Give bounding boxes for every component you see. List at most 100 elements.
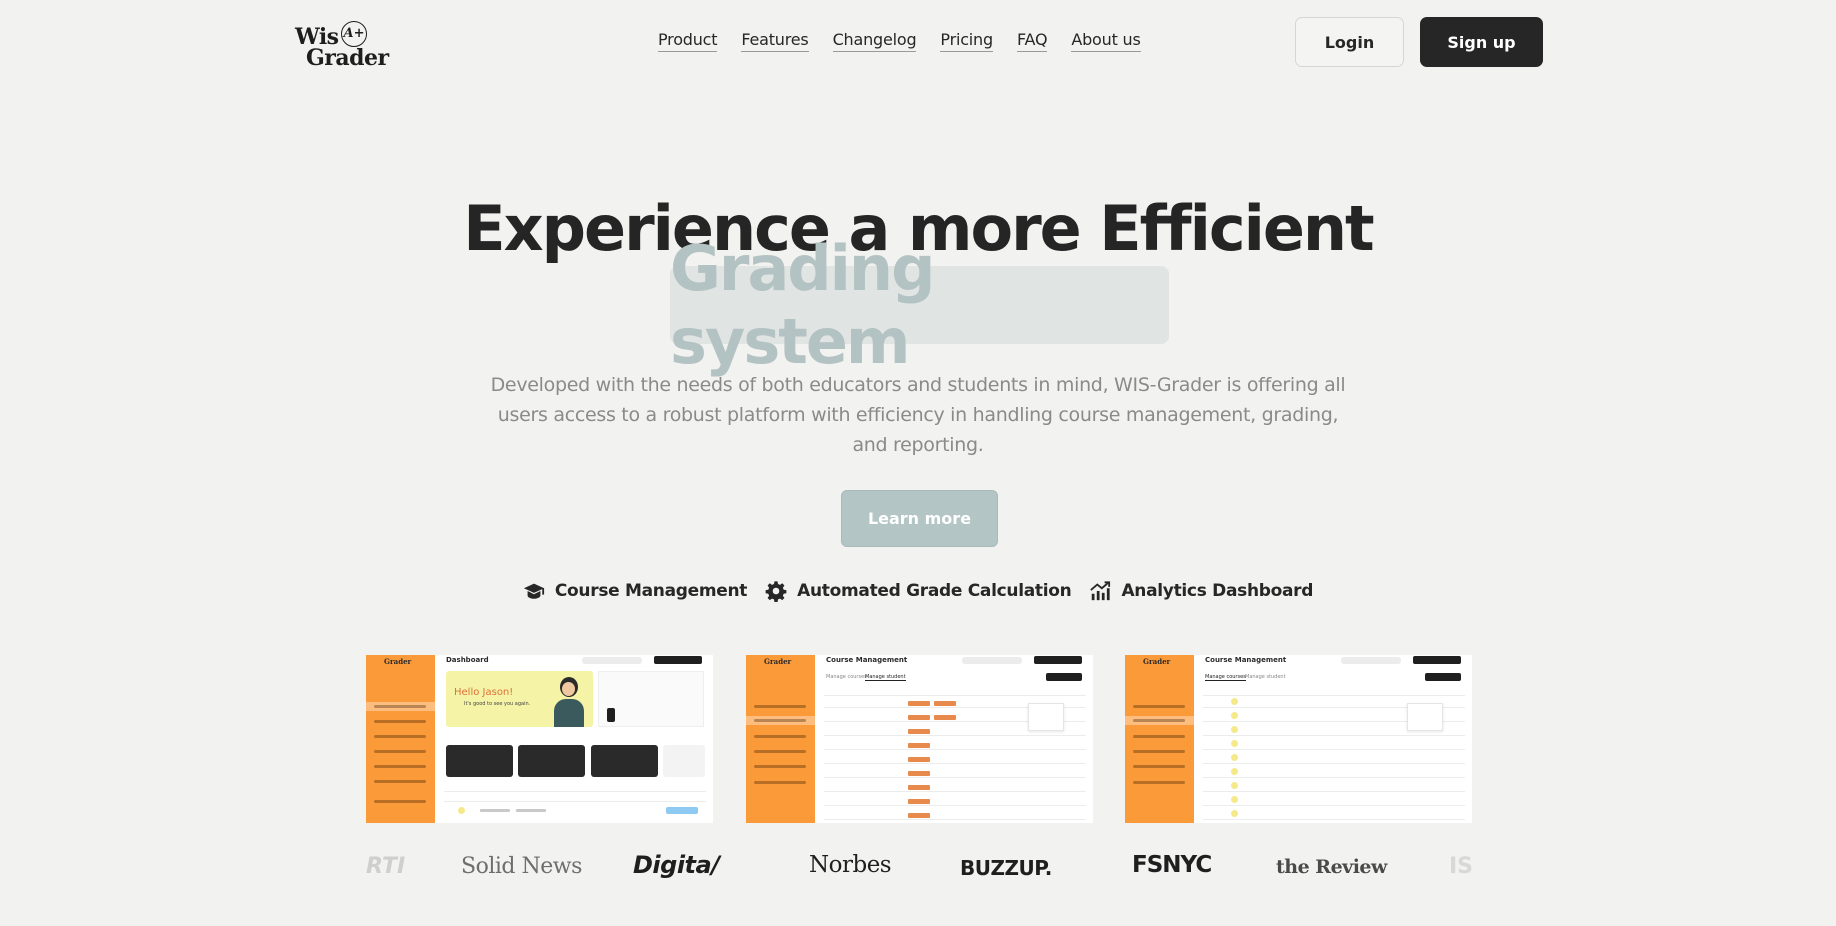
nav-link-product[interactable]: Product <box>658 30 718 52</box>
preview-course-tag <box>908 729 930 734</box>
nav-link-faq[interactable]: FAQ <box>1016 30 1048 52</box>
logo-line-2: Grader <box>306 45 389 71</box>
login-button[interactable]: Login <box>1295 17 1404 67</box>
preview-context-menu <box>1407 703 1443 731</box>
preview-table-row <box>444 791 706 792</box>
preview-tab-active: Manage student <box>865 674 906 681</box>
preview-table-row <box>824 791 1086 792</box>
preview-cell <box>480 809 510 812</box>
preview-row-avatar <box>1231 698 1238 705</box>
hero-description: Developed with the needs of both educato… <box>490 374 1346 456</box>
preview-add-button <box>1425 673 1461 681</box>
preview-illustration <box>552 675 586 727</box>
logo-solid-news: Solid News <box>461 854 582 879</box>
preview-nav-item <box>754 735 806 738</box>
preview-nav-item <box>754 750 806 753</box>
preview-nav-item <box>374 750 426 753</box>
gear-icon <box>765 580 787 602</box>
preview-table-row <box>1203 805 1465 806</box>
preview-row-avatar <box>1231 782 1238 789</box>
preview-context-menu <box>1028 703 1064 731</box>
preview-nav-item <box>374 780 426 783</box>
preview-course-tile <box>591 745 658 777</box>
preview-tab-active: Manage courses <box>1205 674 1246 681</box>
preview-nav-item <box>1133 719 1185 722</box>
preview-course-tag <box>908 813 930 818</box>
preview-sidebar: Grader <box>366 655 435 823</box>
preview-page-title: Course Management <box>826 656 908 664</box>
preview-table-row <box>824 749 1086 750</box>
logo-rti: RTI <box>366 854 406 879</box>
preview-row-avatar <box>1231 754 1238 761</box>
nav-link-features[interactable]: Features <box>741 30 809 52</box>
preview-table-row <box>824 735 1086 736</box>
preview-nav-item <box>374 800 426 803</box>
preview-greeting-sub: It's good to see you again. <box>464 701 531 707</box>
preview-course-tag <box>934 715 956 720</box>
feature-analytics-dashboard: Analytics Dashboard <box>1089 580 1313 602</box>
preview-row-avatar <box>1231 726 1238 733</box>
feature-label: Analytics Dashboard <box>1121 581 1314 601</box>
preview-course-tile <box>663 745 705 777</box>
preview-nav-item <box>1133 781 1185 784</box>
preview-nav-item <box>754 705 806 708</box>
preview-tab: Manage courses <box>826 674 867 680</box>
preview-search <box>962 657 1022 664</box>
main-nav: Product Features Changelog Pricing FAQ A… <box>658 30 1141 52</box>
feature-automated-grade-calculation: Automated Grade Calculation <box>765 580 1072 602</box>
preview-course-tile <box>446 745 513 777</box>
signup-button[interactable]: Sign up <box>1420 17 1543 67</box>
feature-course-management: Course Management <box>523 580 747 602</box>
logo-buzzup: BUZZUP. <box>960 856 1052 880</box>
preview-table-row <box>1203 777 1465 778</box>
preview-greeting-banner: Hello Jason! It's good to see you again. <box>446 671 593 727</box>
preview-table-row <box>1203 749 1465 750</box>
preview-page-title: Dashboard <box>446 656 489 664</box>
preview-table-row <box>824 819 1086 820</box>
preview-nav-item <box>1133 705 1185 708</box>
preview-nav-item <box>754 781 806 784</box>
nav-link-changelog[interactable]: Changelog <box>832 30 917 52</box>
preview-nav-item <box>374 705 426 708</box>
preview-table-row <box>1203 819 1465 820</box>
preview-course-tag <box>908 701 930 706</box>
preview-course-tag <box>908 715 930 720</box>
preview-brand: Grader <box>764 657 792 666</box>
feature-list: Course Management Automated Grade Calcul… <box>0 578 1836 604</box>
preview-table-row <box>1203 763 1465 764</box>
preview-table-row <box>824 777 1086 778</box>
graduation-cap-icon <box>523 580 545 602</box>
preview-row-avatar <box>1231 796 1238 803</box>
preview-row-avatar <box>1231 768 1238 775</box>
preview-nav-item <box>1133 765 1185 768</box>
preview-table-row <box>824 805 1086 806</box>
nav-link-pricing[interactable]: Pricing <box>940 30 993 52</box>
analytics-chart-icon <box>1089 580 1111 602</box>
preview-course-tile <box>518 745 585 777</box>
nav-link-about-us[interactable]: About us <box>1071 30 1141 52</box>
preview-tab: Manage student <box>1245 674 1286 680</box>
preview-search <box>582 657 642 664</box>
dashboard-preview-card[interactable]: Grader Dashboard Hello Jason! It's good … <box>366 655 713 823</box>
wis-grader-logo[interactable]: Wis A+ Grader <box>295 20 395 72</box>
preview-nav-item <box>374 735 426 738</box>
logo-grade-badge: A+ <box>341 21 367 47</box>
preview-sidebar: Grader <box>1125 655 1194 823</box>
preview-calendar <box>598 671 704 727</box>
manage-courses-preview-card[interactable]: Grader Course Management Manage courses … <box>1125 655 1472 823</box>
preview-course-tag <box>908 743 930 748</box>
manage-students-preview-card[interactable]: Grader Course Management Manage courses … <box>746 655 1093 823</box>
preview-row-avatar <box>1231 810 1238 817</box>
preview-brand: Grader <box>1143 657 1171 666</box>
preview-add-button <box>1046 673 1082 681</box>
preview-row-avatar <box>1231 740 1238 747</box>
learn-more-button[interactable]: Learn more <box>841 490 998 547</box>
preview-table-row <box>1203 735 1465 736</box>
preview-nav-item <box>754 719 806 722</box>
feature-label: Course Management <box>554 581 748 601</box>
preview-table-row <box>1203 791 1465 792</box>
preview-action-button <box>1413 656 1461 664</box>
logo-fsnyc: FSNYC <box>1132 852 1212 878</box>
press-logos: RTI Solid News Digita/ Norbes BUZZUP. FS… <box>366 848 1473 888</box>
preview-nav-item <box>754 765 806 768</box>
